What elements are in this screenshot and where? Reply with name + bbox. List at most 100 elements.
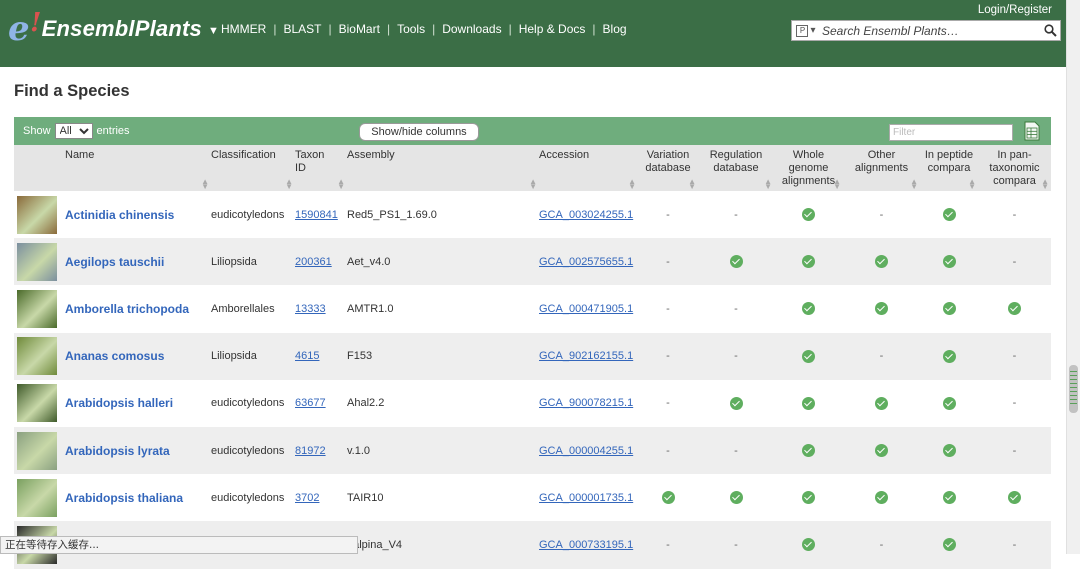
col-variation-header[interactable]: Variation database ▲ ▼ (638, 145, 698, 191)
search-scope-dropdown[interactable]: P ▾ (792, 21, 820, 40)
regulation-flag: - (734, 444, 738, 457)
table-toolbar: Show All entries Show/hide columns (14, 117, 1051, 145)
taxon-id-link[interactable]: 3702 (295, 492, 319, 504)
other-alignments-flag: - (879, 538, 884, 551)
variation-flag: - (666, 350, 670, 363)
species-name-link[interactable]: Ananas comosus (65, 349, 164, 363)
accession-link[interactable]: GCA_900078215.1 (539, 397, 633, 409)
logo-text: EnsemblPlants (41, 16, 202, 41)
species-name-link[interactable]: Arabidopsis lyrata (65, 444, 170, 458)
regulation-flag (698, 474, 774, 521)
search-input[interactable] (820, 23, 1040, 38)
col-other-alignments-header[interactable]: Other alignments ▲ ▼ (843, 145, 920, 191)
classification-cell: eudicotyledons (211, 208, 285, 221)
check-icon (942, 349, 956, 363)
species-thumbnail[interactable] (14, 285, 65, 332)
check-icon (875, 396, 888, 410)
species-image (17, 289, 57, 328)
assembly-cell: AMTR1.0 (347, 302, 394, 315)
scrollbar-thumb[interactable] (1069, 365, 1078, 413)
species-image (17, 337, 57, 376)
classification-cell: eudicotyledons (211, 444, 285, 457)
variation-flag: - (666, 255, 670, 268)
taxon-id-link[interactable]: 4615 (295, 350, 319, 362)
col-classification-header[interactable]: Classification ▲ ▼ (211, 145, 295, 191)
nav-blog[interactable]: Blog (596, 22, 634, 36)
species-thumbnail[interactable] (14, 333, 65, 380)
nav-biomart[interactable]: BioMart (332, 22, 387, 36)
check-icon (942, 396, 956, 410)
nav-tools[interactable]: Tools (390, 22, 432, 36)
whole-genome-flag (774, 191, 843, 238)
login-register-link[interactable]: Login/Register (978, 4, 1052, 16)
filter-input[interactable] (889, 124, 1013, 141)
other-alignments-flag (843, 380, 920, 427)
taxon-id-link[interactable]: 63677 (295, 397, 326, 409)
taxon-id-link[interactable]: 200361 (295, 256, 332, 268)
check-icon (729, 491, 743, 505)
check-icon (942, 444, 956, 458)
assembly-cell: Red5_PS1_1.69.0 (347, 208, 437, 221)
species-name-link[interactable]: Arabidopsis thaliana (65, 491, 183, 505)
accession-link[interactable]: GCA_000471905.1 (539, 303, 633, 315)
taxon-id-link[interactable]: 13333 (295, 303, 326, 315)
show-label: Show (23, 125, 51, 137)
species-thumbnail[interactable] (14, 191, 65, 238)
species-name-link[interactable]: Aegilops tauschii (65, 255, 164, 269)
check-icon (802, 302, 815, 316)
col-image-header (14, 145, 65, 191)
table-row: Aegilops tauschii Liliopsida 200361 Aet_v4.… (14, 238, 1051, 286)
col-assembly-header[interactable]: Assembly ▲ ▼ (347, 145, 539, 191)
peptide-compara-flag (920, 191, 978, 238)
taxon-id-link[interactable]: 1590841 (295, 209, 338, 221)
col-name-header[interactable]: Name ▲ ▼ (65, 145, 211, 191)
nav-blast[interactable]: BLAST (276, 22, 328, 36)
species-thumbnail[interactable] (14, 427, 65, 474)
col-pan-compara-header[interactable]: In pan-taxonomic compara ▲ ▼ (978, 145, 1051, 191)
taxon-id-link[interactable]: 81972 (295, 445, 326, 457)
variation-flag: - (666, 397, 670, 410)
search-button[interactable] (1040, 21, 1060, 40)
species-name-link[interactable]: Arabidopsis halleri (65, 396, 173, 410)
species-name-link[interactable]: Actinidia chinensis (65, 208, 174, 222)
accession-link[interactable]: GCA_902162155.1 (539, 350, 633, 362)
col-peptide-compara-header[interactable]: In peptide compara ▲ ▼ (920, 145, 978, 191)
check-icon (729, 255, 743, 269)
species-thumbnail[interactable] (14, 474, 65, 521)
peptide-compara-flag (920, 521, 978, 568)
accession-link[interactable]: GCA_003024255.1 (539, 209, 633, 221)
accession-link[interactable]: GCA_000001735.1 (539, 492, 633, 504)
browser-status-bar: 正在等待存入缓存... (0, 536, 358, 554)
nav-hmmer[interactable]: HMMER (214, 22, 273, 36)
check-icon (875, 444, 888, 458)
nav-downloads[interactable]: Downloads (435, 22, 508, 36)
col-taxon-header[interactable]: Taxon ID ▲ ▼ (295, 145, 347, 191)
export-spreadsheet-icon[interactable] (1024, 121, 1040, 141)
regulation-flag: - (734, 538, 738, 551)
whole-genome-flag (774, 238, 843, 285)
page-title: Find a Species (14, 82, 130, 100)
col-accession-header[interactable]: Accession ▲ ▼ (539, 145, 638, 191)
regulation-flag: - (734, 208, 738, 221)
check-icon (802, 208, 815, 222)
search-icon (1043, 24, 1057, 37)
col-regulation-header[interactable]: Regulation database ▲ ▼ (698, 145, 774, 191)
species-thumbnail[interactable] (14, 238, 65, 285)
entries-select[interactable]: All (54, 123, 93, 139)
col-whole-genome-header[interactable]: Whole genome alignments ▲ ▼ (774, 145, 843, 191)
accession-link[interactable]: GCA_000733195.1 (539, 539, 633, 551)
whole-genome-flag (774, 380, 843, 427)
other-alignments-flag: - (879, 350, 884, 363)
table-row: Arabidopsis thaliana eudicotyledons 3702 TA… (14, 474, 1051, 522)
check-icon (802, 444, 815, 458)
ensembl-plants-logo[interactable]: e! EnsemblPlants ▼ (8, 10, 219, 47)
table-row: Arabidopsis halleri eudicotyledons 63677 Ah… (14, 379, 1051, 427)
species-image (17, 431, 57, 470)
species-thumbnail[interactable] (14, 380, 65, 427)
accession-link[interactable]: GCA_000004255.1 (539, 445, 633, 457)
species-name-link[interactable]: Amborella trichopoda (65, 302, 189, 316)
show-hide-columns-button[interactable]: Show/hide columns (359, 123, 479, 141)
accession-link[interactable]: GCA_002575655.1 (539, 256, 633, 268)
nav-help-docs[interactable]: Help & Docs (512, 22, 593, 36)
page-scrollbar[interactable] (1066, 0, 1080, 554)
